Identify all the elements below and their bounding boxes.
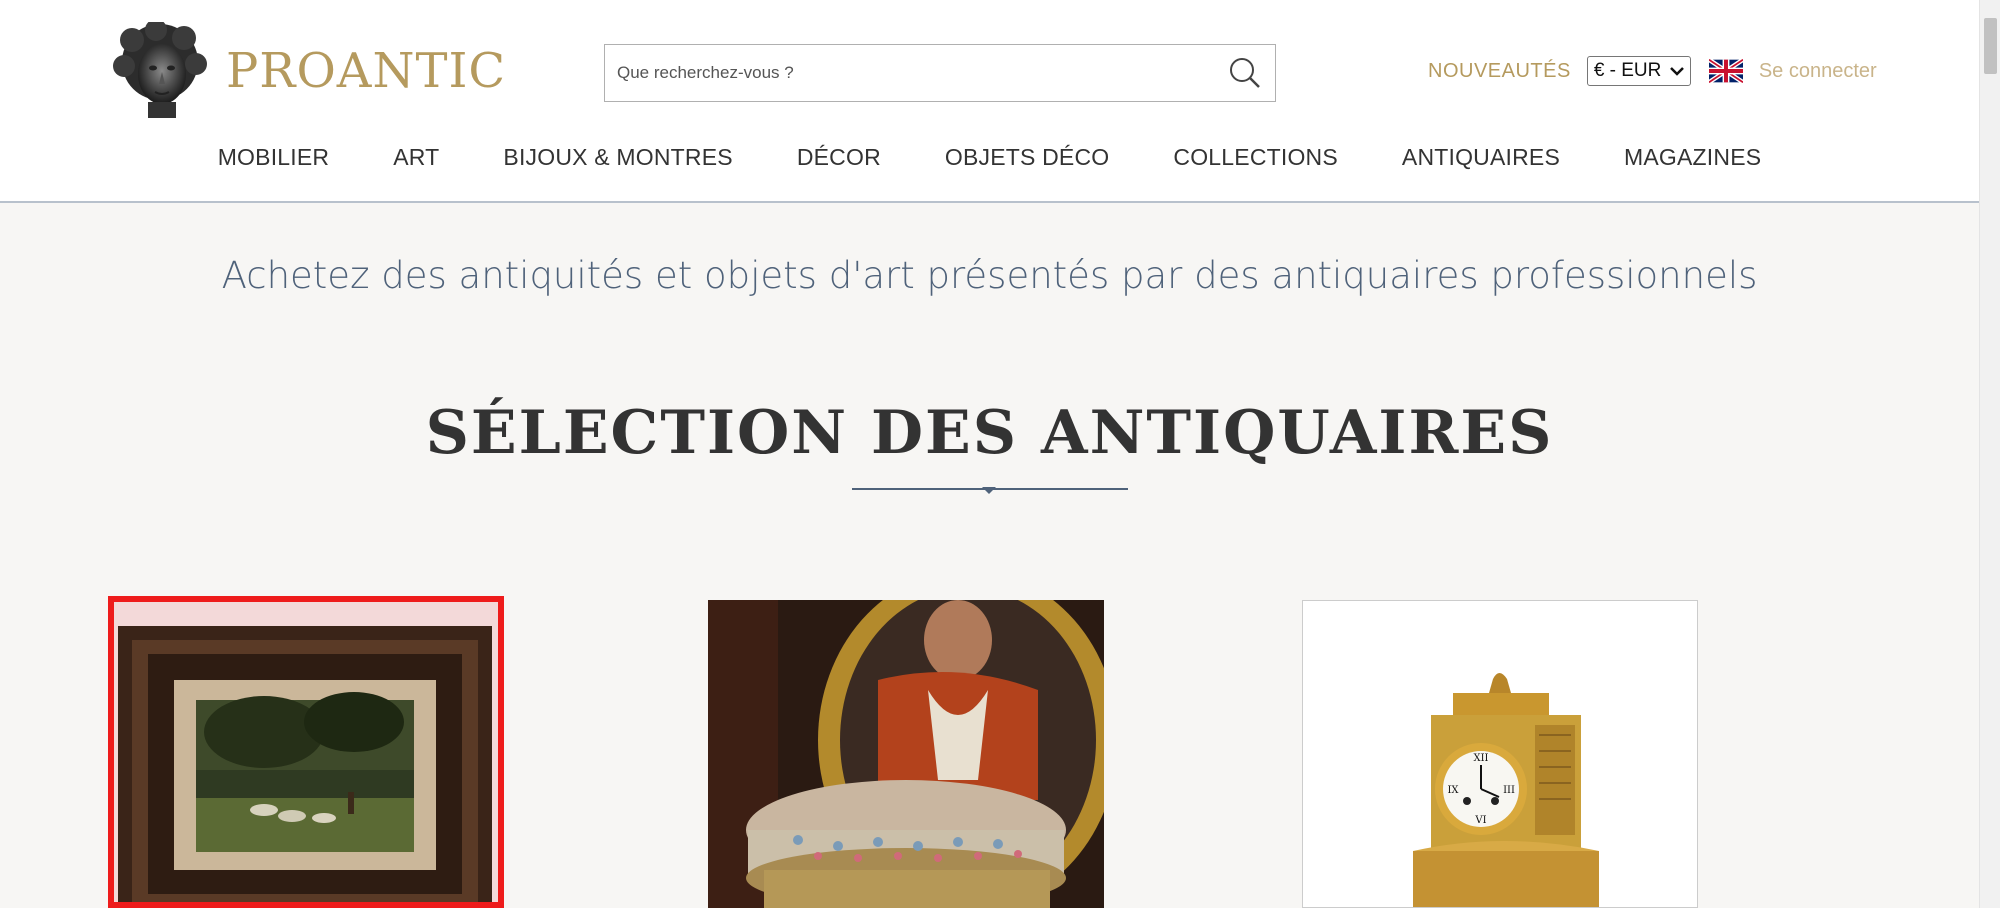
site-header: PROANTIC NOUVEAUTÉS € - EUR Se connecter: [0, 0, 1979, 203]
stool-image: [708, 600, 1104, 908]
svg-text:IX: IX: [1447, 785, 1459, 796]
page-scrollbar[interactable]: [1979, 0, 2000, 908]
new-arrivals-link[interactable]: NOUVEAUTÉS: [1428, 60, 1571, 83]
logo-link[interactable]: PROANTIC: [112, 19, 507, 120]
painting-image: [114, 602, 498, 902]
nav-item-magazines[interactable]: MAGAZINES: [1624, 144, 1761, 171]
header-actions: NOUVEAUTÉS € - EUR Se connecter: [1428, 56, 1877, 86]
svg-text:III: III: [1503, 785, 1515, 796]
logo-bust-icon: [112, 19, 208, 120]
divider-diamond-icon: [982, 487, 996, 494]
currency-select[interactable]: € - EUR: [1586, 56, 1691, 86]
nav-item-objets-deco[interactable]: OBJETS DÉCO: [945, 144, 1110, 171]
section-title: SÉLECTION DES ANTIQUAIRES: [425, 398, 1554, 468]
search-icon: [1230, 58, 1260, 88]
nav-item-antiquaires[interactable]: ANTIQUAIRES: [1402, 144, 1560, 171]
product-card-stool[interactable]: [708, 600, 1104, 908]
nav-item-collections[interactable]: COLLECTIONS: [1173, 144, 1338, 171]
nav-item-mobilier[interactable]: MOBILIER: [218, 144, 330, 171]
tagline: Achetez des antiquités et objets d'art p…: [221, 254, 1758, 297]
svg-text:VI: VI: [1474, 815, 1486, 826]
svg-text:XII: XII: [1473, 753, 1488, 764]
search-button[interactable]: [1215, 45, 1275, 101]
clock-image: XII III VI IX: [1303, 601, 1697, 907]
product-card-clock[interactable]: XII III VI IX: [1302, 600, 1698, 908]
search-input[interactable]: [605, 45, 1215, 101]
search-bar: [604, 44, 1276, 102]
scrollbar-thumb[interactable]: [1984, 18, 1997, 74]
login-link[interactable]: Se connecter: [1759, 60, 1877, 83]
nav-item-bijoux-montres[interactable]: BIJOUX & MONTRES: [503, 144, 732, 171]
brand-name: PROANTIC: [226, 43, 507, 99]
chevron-down-icon: [1669, 67, 1684, 76]
nav-item-art[interactable]: ART: [393, 144, 439, 171]
currency-value: € - EUR: [1593, 60, 1662, 81]
product-card-painting[interactable]: [108, 596, 504, 908]
uk-flag-icon[interactable]: [1708, 59, 1743, 83]
nav-item-decor[interactable]: DÉCOR: [797, 144, 881, 171]
main-nav: MOBILIER ART BIJOUX & MONTRES DÉCOR OBJE…: [0, 144, 1979, 171]
